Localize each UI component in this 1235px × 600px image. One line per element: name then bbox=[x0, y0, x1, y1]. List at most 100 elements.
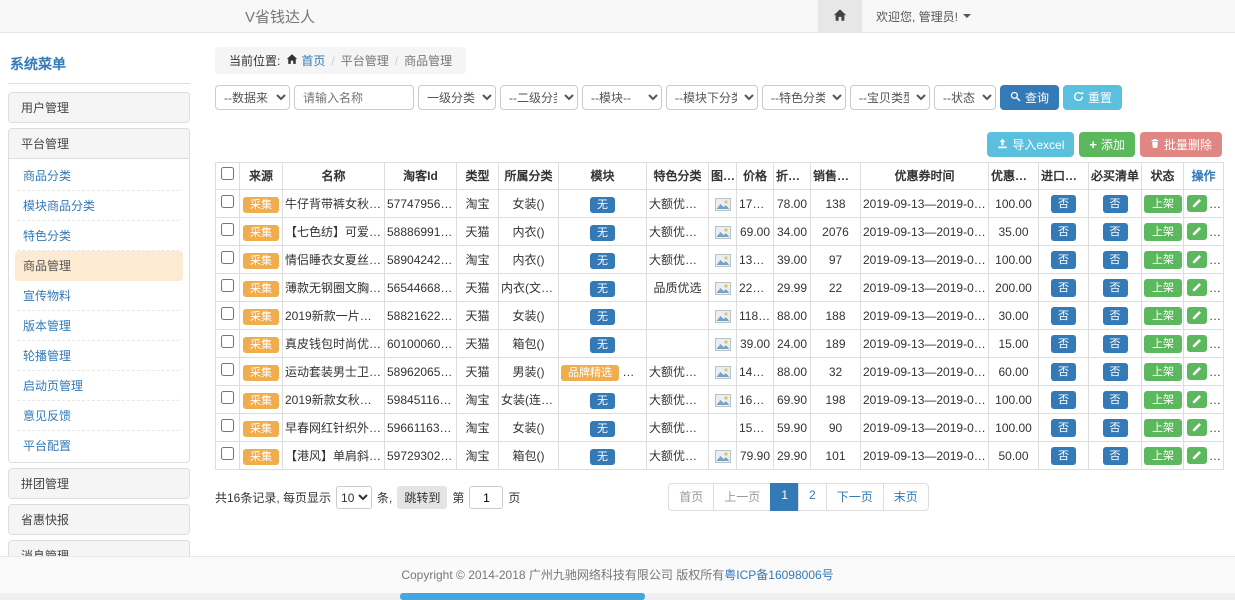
status-button[interactable]: 上架 bbox=[1144, 335, 1182, 353]
edit-button[interactable] bbox=[1187, 251, 1207, 268]
edit-button[interactable] bbox=[1187, 335, 1207, 352]
import-select-toggle[interactable]: 否 bbox=[1051, 307, 1076, 325]
must-buy-toggle[interactable]: 否 bbox=[1103, 195, 1128, 213]
sidebar-subitem-carousel-management[interactable]: 轮播管理 bbox=[15, 341, 183, 371]
must-buy-toggle[interactable]: 否 bbox=[1103, 419, 1128, 437]
filter-module-sub-category-select[interactable]: --模块下分类-- bbox=[666, 85, 758, 110]
must-buy-toggle[interactable]: 否 bbox=[1103, 335, 1128, 353]
icp-link[interactable]: 粤ICP备16098006号 bbox=[724, 568, 833, 582]
filter-item-type-select[interactable]: --宝贝类型-- bbox=[850, 85, 930, 110]
horizontal-scrollbar-thumb[interactable] bbox=[400, 593, 645, 600]
select-all-checkbox[interactable] bbox=[221, 167, 234, 180]
status-button[interactable]: 上架 bbox=[1144, 195, 1182, 213]
edit-button[interactable] bbox=[1187, 223, 1207, 240]
status-button[interactable]: 上架 bbox=[1144, 279, 1182, 297]
import-select-toggle[interactable]: 否 bbox=[1051, 195, 1076, 213]
edit-button[interactable] bbox=[1187, 307, 1207, 324]
reset-button[interactable]: 重置 bbox=[1063, 85, 1122, 110]
jump-to-button[interactable]: 跳转到 bbox=[397, 486, 447, 509]
search-button[interactable]: 查询 bbox=[1000, 85, 1059, 110]
sidebar-item-user-management[interactable]: 用户管理 bbox=[9, 93, 189, 122]
import-select-toggle[interactable]: 否 bbox=[1051, 223, 1076, 241]
must-buy-toggle[interactable]: 否 bbox=[1103, 223, 1128, 241]
row-checkbox[interactable] bbox=[221, 195, 234, 208]
must-buy-toggle[interactable]: 否 bbox=[1103, 251, 1128, 269]
import-select-toggle[interactable]: 否 bbox=[1051, 447, 1076, 465]
import-select-toggle[interactable]: 否 bbox=[1051, 391, 1076, 409]
must-buy-toggle[interactable]: 否 bbox=[1103, 279, 1128, 297]
edit-button[interactable] bbox=[1187, 447, 1207, 464]
filter-level2-category-select[interactable]: --二级分类-- bbox=[500, 85, 578, 110]
pager-next[interactable]: 下一页 bbox=[826, 483, 884, 511]
status-button[interactable]: 上架 bbox=[1144, 307, 1182, 325]
must-buy-toggle[interactable]: 否 bbox=[1103, 447, 1128, 465]
edit-button[interactable] bbox=[1187, 391, 1207, 408]
pager-first[interactable]: 首页 bbox=[668, 483, 714, 511]
status-button[interactable]: 上架 bbox=[1144, 363, 1182, 381]
pager-last[interactable]: 末页 bbox=[883, 483, 929, 511]
filter-data-source-select[interactable]: --数据来源-- bbox=[215, 85, 290, 110]
sidebar-subitem-promo-materials[interactable]: 宣传物料 bbox=[15, 281, 183, 311]
name-search-input[interactable] bbox=[294, 85, 414, 110]
sales-count: 138 bbox=[811, 190, 861, 218]
pager-page-2[interactable]: 2 bbox=[798, 483, 827, 511]
status-button[interactable]: 上架 bbox=[1144, 419, 1182, 437]
row-checkbox[interactable] bbox=[221, 307, 234, 320]
sidebar-subitem-feedback[interactable]: 意见反馈 bbox=[15, 401, 183, 431]
filter-status-select[interactable]: --状态-- bbox=[934, 85, 996, 110]
sidebar-subitem-version-management[interactable]: 版本管理 bbox=[15, 311, 183, 341]
per-page-select[interactable]: 10 bbox=[336, 486, 372, 509]
status-button[interactable]: 上架 bbox=[1144, 251, 1182, 269]
edit-button[interactable] bbox=[1187, 363, 1207, 380]
sidebar-subitem-platform-config[interactable]: 平台配置 bbox=[15, 431, 183, 460]
import-select-toggle[interactable]: 否 bbox=[1051, 335, 1076, 353]
sidebar-item-saving-express[interactable]: 省惠快报 bbox=[9, 505, 189, 534]
import-select-toggle[interactable]: 否 bbox=[1051, 251, 1076, 269]
sidebar-item-platform-management[interactable]: 平台管理 bbox=[9, 129, 189, 158]
sidebar-item-groupbuy-management[interactable]: 拼团管理 bbox=[9, 469, 189, 498]
must-buy-toggle[interactable]: 否 bbox=[1103, 391, 1128, 409]
pager-page-1[interactable]: 1 bbox=[770, 483, 799, 511]
edit-button[interactable] bbox=[1187, 195, 1207, 212]
add-button[interactable]: + 添加 bbox=[1079, 132, 1135, 157]
must-buy-toggle[interactable]: 否 bbox=[1103, 307, 1128, 325]
sidebar-subitem-goods-management[interactable]: 商品管理 bbox=[15, 251, 183, 281]
coupon-amount: 15.00 bbox=[989, 330, 1039, 358]
edit-button[interactable] bbox=[1187, 419, 1207, 436]
import-select-toggle[interactable]: 否 bbox=[1051, 419, 1076, 437]
row-checkbox[interactable] bbox=[221, 363, 234, 376]
sidebar-subitem-feature-category[interactable]: 特色分类 bbox=[15, 221, 183, 251]
taoke-id: 589042420344 bbox=[385, 246, 457, 274]
page-jump-input[interactable] bbox=[469, 486, 503, 509]
pager-prev[interactable]: 上一页 bbox=[713, 483, 771, 511]
coupon-amount: 50.00 bbox=[989, 442, 1039, 470]
sidebar-subitem-module-goods-category[interactable]: 模块商品分类 bbox=[15, 191, 183, 221]
status-button[interactable]: 上架 bbox=[1144, 223, 1182, 241]
breadcrumb-home-link[interactable]: 首页 bbox=[286, 52, 325, 69]
discount-price: 34.00 bbox=[774, 218, 811, 246]
row-checkbox[interactable] bbox=[221, 419, 234, 432]
row-checkbox[interactable] bbox=[221, 335, 234, 348]
import-select-toggle[interactable]: 否 bbox=[1051, 363, 1076, 381]
edit-button[interactable] bbox=[1187, 279, 1207, 296]
row-checkbox[interactable] bbox=[221, 279, 234, 292]
filter-module-select[interactable]: --模块-- bbox=[582, 85, 662, 110]
bulk-delete-button[interactable]: 批量删除 bbox=[1140, 132, 1222, 157]
table-row: 采集运动套装男士卫衣初秋...589620659791天猫男装()品牌精选 爱上… bbox=[216, 358, 1224, 386]
import-select-toggle[interactable]: 否 bbox=[1051, 279, 1076, 297]
status-button[interactable]: 上架 bbox=[1144, 391, 1182, 409]
row-checkbox[interactable] bbox=[221, 447, 234, 460]
row-checkbox[interactable] bbox=[221, 251, 234, 264]
filter-feature-category-select[interactable]: --特色分类-- bbox=[762, 85, 846, 110]
user-menu[interactable]: 欢迎您, 管理员! bbox=[862, 0, 985, 33]
filter-level1-category-select[interactable]: 一级分类 bbox=[418, 85, 496, 110]
row-checkbox[interactable] bbox=[221, 223, 234, 236]
sidebar-subitem-splash-management[interactable]: 启动页管理 bbox=[15, 371, 183, 401]
import-excel-button[interactable]: 导入excel bbox=[987, 132, 1074, 157]
home-button[interactable] bbox=[818, 0, 862, 33]
row-checkbox[interactable] bbox=[221, 391, 234, 404]
must-buy-toggle[interactable]: 否 bbox=[1103, 363, 1128, 381]
status-button[interactable]: 上架 bbox=[1144, 447, 1182, 465]
source-badge: 采集 bbox=[243, 421, 279, 437]
sidebar-subitem-goods-category[interactable]: 商品分类 bbox=[15, 161, 183, 191]
